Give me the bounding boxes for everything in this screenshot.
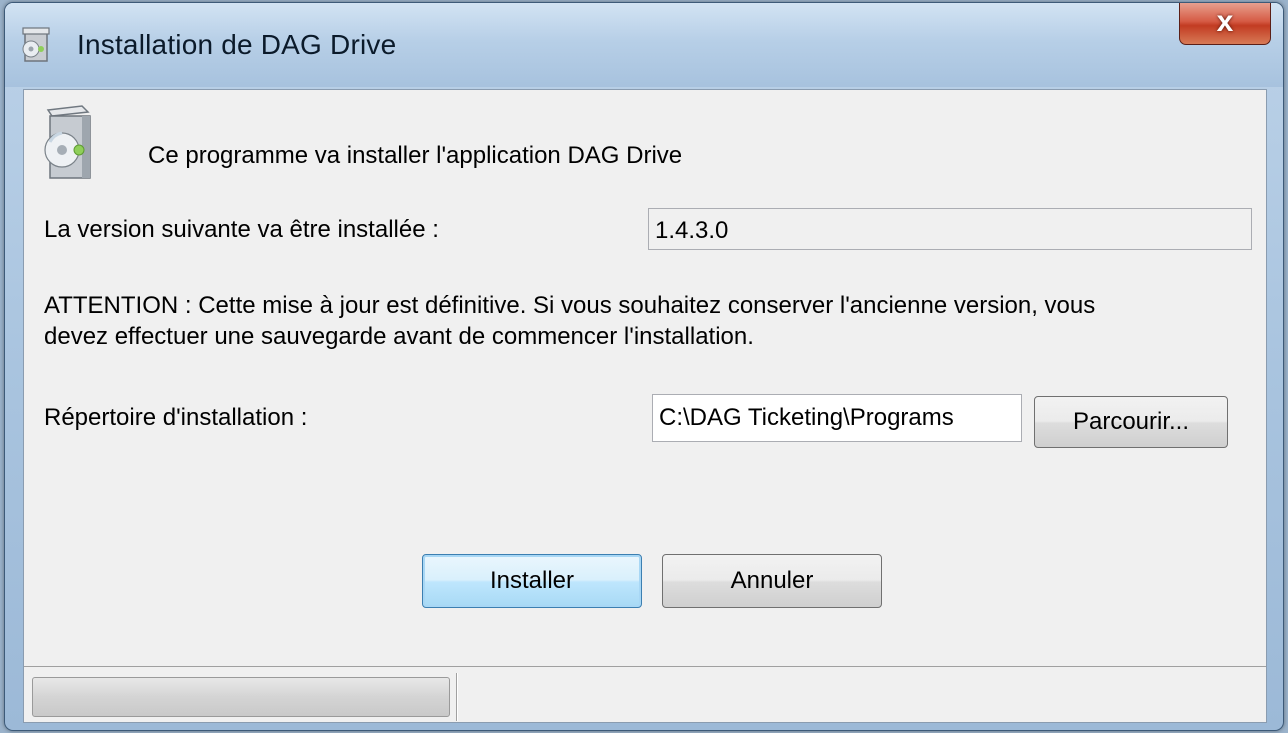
install-button[interactable]: Installer [422, 554, 642, 608]
progress-bar [32, 677, 450, 717]
title-bar[interactable]: Installation de DAG Drive x [5, 3, 1283, 87]
status-bar [24, 666, 1266, 722]
dialog-body: Ce programme va installer l'application … [23, 89, 1267, 723]
installer-disc-icon [22, 27, 50, 62]
close-button[interactable]: x [1179, 3, 1271, 45]
cancel-button[interactable]: Annuler [662, 554, 882, 608]
warning-line-2: devez effectuer une sauvegarde avant de … [44, 323, 754, 350]
browse-button[interactable]: Parcourir... [1034, 396, 1228, 448]
installer-window: Installation de DAG Drive x Ce programme… [4, 2, 1284, 731]
installer-disc-icon [44, 105, 91, 179]
close-icon: x [1216, 4, 1234, 38]
install-directory-input[interactable] [652, 394, 1022, 442]
status-divider [456, 673, 458, 721]
version-label: La version suivante va être installée : [44, 216, 439, 243]
warning-message: ATTENTION : Cette mise à jour est défini… [44, 290, 1244, 352]
version-field: 1.4.3.0 [648, 208, 1252, 250]
directory-label: Répertoire d'installation : [44, 404, 308, 431]
window-title: Installation de DAG Drive [77, 29, 397, 60]
header-message: Ce programme va installer l'application … [148, 142, 683, 169]
warning-line-1: ATTENTION : Cette mise à jour est défini… [44, 292, 1096, 319]
